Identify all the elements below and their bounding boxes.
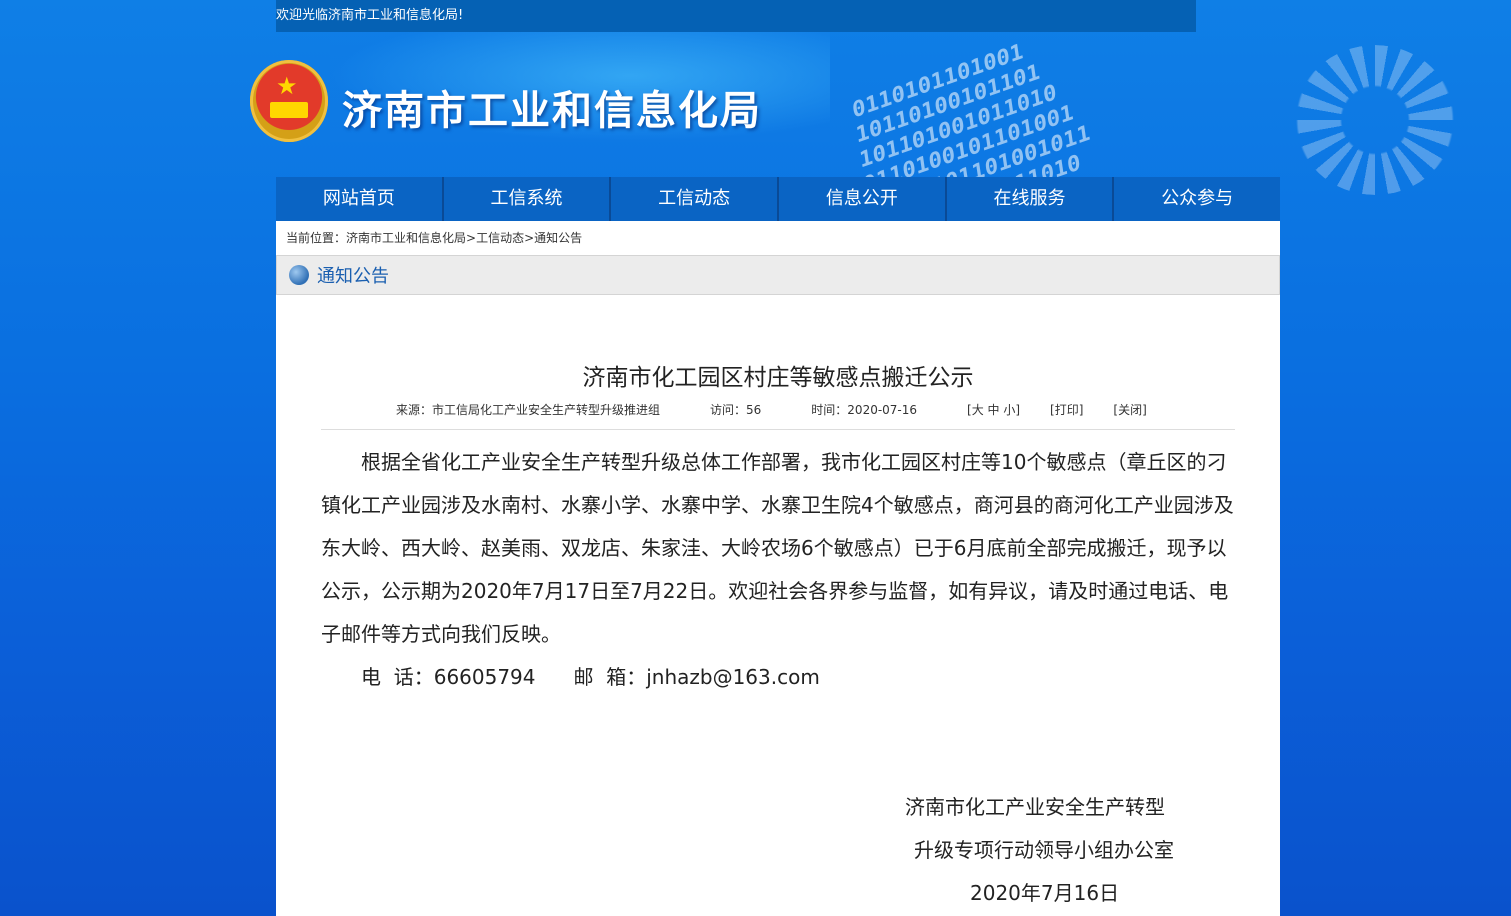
contact-email: 邮 箱：jnhazb@163.com [573, 665, 820, 689]
article-paragraph: 根据全省化工产业安全生产转型升级总体工作部署，我市化工园区村庄等10个敏感点（章… [321, 450, 1234, 646]
main-nav: 网站首页 工信系统 工信动态 信息公开 在线服务 公众参与 [276, 177, 1280, 221]
nav-item-participation[interactable]: 公众参与 [1114, 177, 1280, 221]
signature-date: 2020年7月16日 [970, 881, 1120, 905]
national-emblem-icon: ★ [250, 60, 328, 142]
site-title: 济南市工业和信息化局 [342, 88, 762, 134]
welcome-text: 欢迎光临济南市工业和信息化局! [276, 8, 464, 23]
article-source: 来源：市工信局化工产业安全生产转型升级推进组 [396, 403, 661, 417]
print-button[interactable]: [打印] [1050, 401, 1083, 418]
nav-item-disclosure[interactable]: 信息公开 [779, 177, 947, 221]
nav-item-system[interactable]: 工信系统 [444, 177, 612, 221]
breadcrumb-link-news[interactable]: 工信动态 [476, 231, 524, 245]
section-header: 通知公告 [276, 255, 1280, 295]
close-button[interactable]: [关闭] [1113, 401, 1146, 418]
section-title: 通知公告 [317, 266, 389, 287]
nav-item-online-service[interactable]: 在线服务 [947, 177, 1115, 221]
globe-icon [289, 265, 309, 285]
signature-line-2: 升级专项行动领导小组办公室 [914, 838, 1174, 862]
divider [321, 429, 1235, 430]
font-size-control[interactable]: [大 中 小] [967, 401, 1020, 418]
contact-line: 电 话：66605794 邮 箱：jnhazb@163.com [321, 656, 1235, 699]
nav-item-news[interactable]: 工信动态 [611, 177, 780, 221]
breadcrumb-sep: > [466, 231, 477, 245]
article-body: 根据全省化工产业安全生产转型升级总体工作部署，我市化工园区村庄等10个敏感点（章… [321, 441, 1235, 699]
article-visits: 访问：56 [710, 403, 762, 417]
breadcrumb: 当前位置：济南市工业和信息化局>工信动态>通知公告 [276, 221, 1280, 255]
decorative-circle-graphic [1295, 45, 1455, 195]
signature-line-1: 济南市化工产业安全生产转型 [905, 795, 1165, 819]
breadcrumb-link-home[interactable]: 济南市工业和信息化局 [346, 231, 466, 245]
contact-phone: 电 话：66605794 [361, 665, 536, 689]
breadcrumb-sep: > [524, 231, 535, 245]
article-time: 时间：2020-07-16 [811, 403, 918, 417]
nav-item-home[interactable]: 网站首页 [276, 177, 444, 221]
article-meta: 来源：市工信局化工产业安全生产转型升级推进组 访问：56 时间：2020-07-… [396, 401, 1147, 418]
breadcrumb-link-notices[interactable]: 通知公告 [534, 231, 582, 245]
breadcrumb-prefix: 当前位置： [286, 231, 347, 245]
content-panel: 当前位置：济南市工业和信息化局>工信动态>通知公告 通知公告 济南市化工园区村庄… [276, 221, 1280, 916]
article-title: 济南市化工园区村庄等敏感点搬迁公示 [582, 365, 974, 391]
